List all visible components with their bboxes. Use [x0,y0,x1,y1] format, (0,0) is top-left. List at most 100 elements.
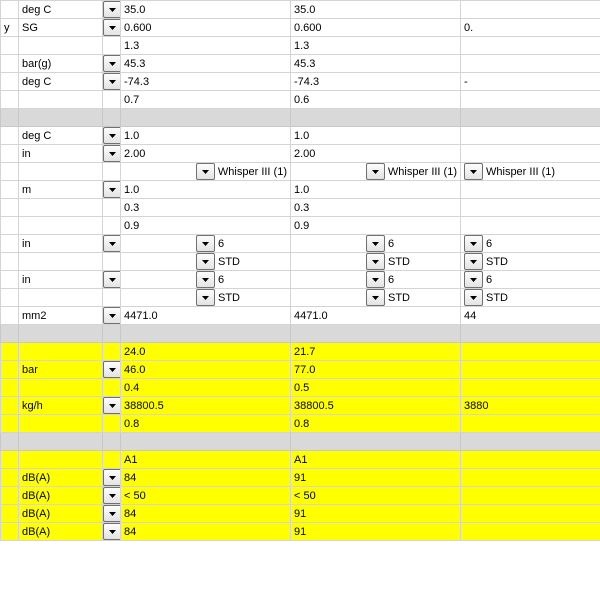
value-col-3[interactable] [461,379,600,397]
value-col-1[interactable]: 84 [121,505,291,523]
dropdown-icon[interactable] [196,235,215,252]
value-col-3[interactable] [461,487,600,505]
select-cell[interactable]: 6 [291,235,461,253]
value-col-3[interactable] [461,469,600,487]
value-col-3[interactable] [461,37,600,55]
value-col-2[interactable]: 91 [291,505,461,523]
unit-cell[interactable]: SG [19,19,103,37]
unit-cell[interactable]: dB(A) [19,487,103,505]
value-col-3[interactable] [461,523,600,541]
unit-cell[interactable]: bar [19,361,103,379]
value-col-1[interactable]: 0.600 [121,19,291,37]
dropdown-icon[interactable] [464,271,483,288]
select-cell[interactable]: STD [461,253,600,271]
unit-cell[interactable]: in [19,145,103,163]
dropdown-icon[interactable] [366,235,385,252]
select-cell[interactable]: 6 [121,235,291,253]
select-cell[interactable]: Whisper III (1) [461,163,600,181]
value-col-1[interactable]: 0.3 [121,199,291,217]
value-col-3[interactable] [461,343,600,361]
value-col-1[interactable]: 1.3 [121,37,291,55]
value-col-2[interactable]: 0.5 [291,379,461,397]
value-col-1[interactable]: 1.0 [121,127,291,145]
dropdown-icon[interactable] [103,1,121,18]
unit-cell[interactable]: dB(A) [19,523,103,541]
value-col-2[interactable]: A1 [291,451,461,469]
value-col-2[interactable]: 2.00 [291,145,461,163]
unit-cell[interactable]: mm2 [19,307,103,325]
value-col-3[interactable] [461,127,600,145]
select-cell[interactable]: STD [121,253,291,271]
dropdown-icon[interactable] [103,397,121,414]
value-col-3[interactable] [461,415,600,433]
select-cell[interactable]: STD [291,289,461,307]
value-col-3[interactable]: 44 [461,307,600,325]
value-col-2[interactable]: 91 [291,523,461,541]
value-col-3[interactable] [461,199,600,217]
dropdown-icon[interactable] [464,289,483,306]
dropdown-icon[interactable] [366,271,385,288]
value-col-1[interactable]: < 50 [121,487,291,505]
unit-cell[interactable]: kg/h [19,397,103,415]
unit-cell[interactable]: deg C [19,1,103,19]
value-col-2[interactable]: 45.3 [291,55,461,73]
dropdown-icon[interactable] [366,163,385,180]
select-cell[interactable]: Whisper III (1) [121,163,291,181]
unit-cell[interactable]: bar(g) [19,55,103,73]
value-col-3[interactable]: - [461,73,600,91]
dropdown-icon[interactable] [196,289,215,306]
dropdown-icon[interactable] [103,307,121,324]
value-col-3[interactable] [461,217,600,235]
value-col-1[interactable]: 0.7 [121,91,291,109]
unit-cell[interactable]: m [19,181,103,199]
value-col-1[interactable]: 0.8 [121,415,291,433]
value-col-2[interactable]: -74.3 [291,73,461,91]
dropdown-icon[interactable] [103,235,121,252]
value-col-1[interactable]: 45.3 [121,55,291,73]
value-col-1[interactable]: 4471.0 [121,307,291,325]
dropdown-icon[interactable] [103,487,121,504]
value-col-2[interactable]: 1.0 [291,181,461,199]
unit-cell[interactable]: dB(A) [19,505,103,523]
value-col-2[interactable]: 38800.5 [291,397,461,415]
value-col-1[interactable]: 84 [121,469,291,487]
value-col-3[interactable] [461,361,600,379]
unit-cell[interactable]: deg C [19,127,103,145]
value-col-3[interactable] [461,181,600,199]
value-col-3[interactable]: 3880 [461,397,600,415]
select-cell[interactable]: 6 [291,271,461,289]
value-col-3[interactable] [461,91,600,109]
value-col-3[interactable] [461,451,600,469]
unit-cell[interactable]: in [19,271,103,289]
value-col-2[interactable]: 35.0 [291,1,461,19]
dropdown-icon[interactable] [103,55,121,72]
dropdown-icon[interactable] [196,163,215,180]
value-col-1[interactable]: 0.4 [121,379,291,397]
value-col-2[interactable]: 1.3 [291,37,461,55]
value-col-2[interactable]: < 50 [291,487,461,505]
value-col-2[interactable]: 0.600 [291,19,461,37]
value-col-3[interactable] [461,505,600,523]
value-col-1[interactable]: 24.0 [121,343,291,361]
value-col-2[interactable]: 1.0 [291,127,461,145]
value-col-2[interactable]: 0.6 [291,91,461,109]
dropdown-icon[interactable] [366,253,385,270]
value-col-3[interactable] [461,55,600,73]
dropdown-icon[interactable] [196,253,215,270]
value-col-2[interactable]: 77.0 [291,361,461,379]
value-col-1[interactable]: 84 [121,523,291,541]
value-col-3[interactable] [461,1,600,19]
select-cell[interactable]: Whisper III (1) [291,163,461,181]
value-col-2[interactable]: 0.8 [291,415,461,433]
unit-cell[interactable]: dB(A) [19,469,103,487]
dropdown-icon[interactable] [103,181,121,198]
value-col-1[interactable]: 2.00 [121,145,291,163]
dropdown-icon[interactable] [103,505,121,522]
select-cell[interactable]: STD [121,289,291,307]
dropdown-icon[interactable] [103,523,121,540]
value-col-1[interactable]: 35.0 [121,1,291,19]
dropdown-icon[interactable] [103,127,121,144]
dropdown-icon[interactable] [366,289,385,306]
dropdown-icon[interactable] [103,469,121,486]
select-cell[interactable]: STD [461,289,600,307]
